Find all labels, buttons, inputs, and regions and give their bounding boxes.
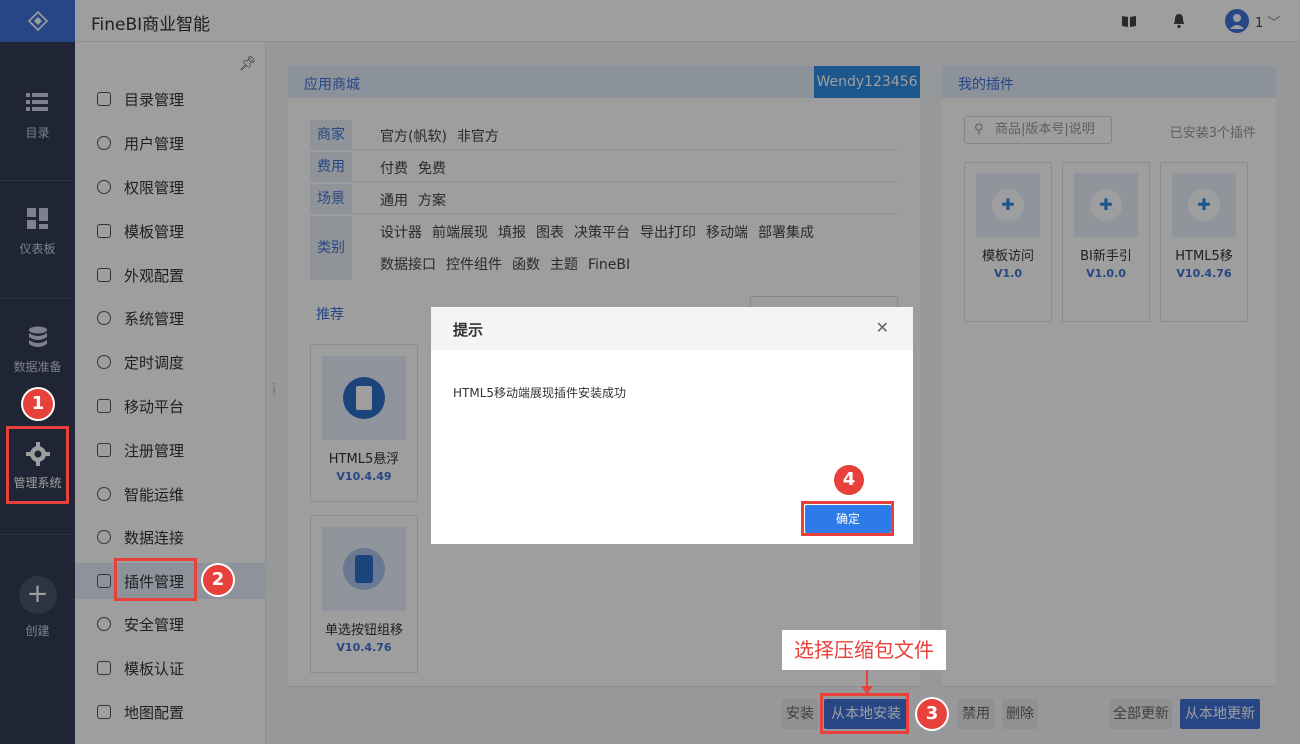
highlight-confirm bbox=[801, 501, 894, 536]
highlight-install-local bbox=[820, 693, 909, 734]
callout-label: 选择压缩包文件 bbox=[782, 630, 946, 670]
close-icon[interactable]: ✕ bbox=[876, 318, 889, 337]
dialog-header: 提示 ✕ bbox=[431, 307, 913, 350]
highlight-admin bbox=[6, 426, 69, 504]
step-badge: 2 bbox=[203, 565, 233, 595]
arrow-down-icon bbox=[861, 686, 873, 694]
step-badge: 4 bbox=[834, 465, 864, 495]
step-badge: 3 bbox=[917, 699, 947, 729]
dialog-message: HTML5移动端展现插件安装成功 bbox=[453, 386, 627, 400]
dialog-title: 提示 bbox=[453, 321, 484, 339]
step-badge: 1 bbox=[23, 389, 53, 419]
highlight-plugins bbox=[114, 558, 197, 601]
